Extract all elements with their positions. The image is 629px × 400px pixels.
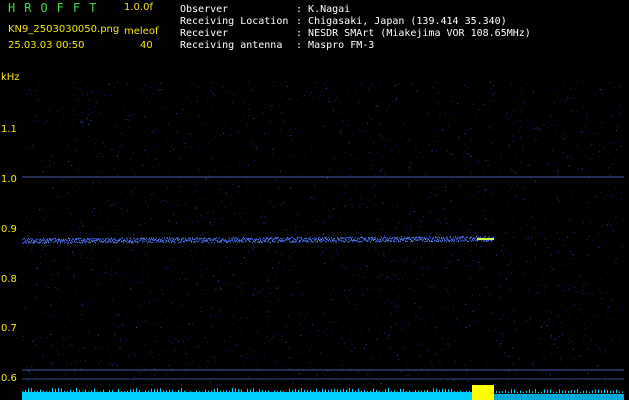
y-axis-unit: kHz — [1, 72, 20, 83]
y-tick-label: 0.9 — [1, 224, 17, 235]
info-receiver: Receiver: NESDR SMArt (Miakejima VOR 108… — [180, 28, 531, 39]
y-tick-label: 0.6 — [1, 373, 17, 384]
mode-label: meleof — [124, 26, 159, 37]
info-key: Observer — [180, 4, 229, 15]
info-value: Chigasaki, Japan (139.414 35.340) — [308, 16, 507, 27]
y-tick-label: 0.8 — [1, 274, 17, 285]
timestamp: 25.03.03 00:50 — [8, 40, 85, 51]
info-value: Maspro FM-3 — [308, 40, 375, 51]
info-value: NESDR SMArt (Miakejima VOR 108.65MHz) — [308, 28, 531, 39]
y-tick-label: 0.7 — [1, 323, 17, 334]
baseline-strip — [494, 394, 624, 400]
info-key: Receiving antenna — [180, 40, 283, 51]
baseline-strip — [22, 392, 472, 400]
app-version: 1.0.0f — [124, 2, 153, 13]
info-observer: Observer: K.Nagai — [180, 4, 351, 15]
app-title: HROFFT — [8, 1, 106, 15]
file-name: KN9_2503030050.png — [8, 24, 120, 35]
mode-value: 40 — [140, 40, 153, 51]
info-key: Receiver — [180, 28, 229, 39]
signal-head — [477, 238, 494, 240]
spectrogram — [22, 81, 624, 400]
info-antenna: Receiving antenna: Maspro FM-3 — [180, 40, 375, 51]
y-tick-label: 1.1 — [1, 124, 17, 135]
info-key: Receiving Location — [180, 16, 289, 27]
info-value: K.Nagai — [308, 4, 351, 15]
y-tick-label: 1.0 — [1, 174, 17, 185]
info-location: Receiving Location: Chigasaki, Japan (13… — [180, 16, 507, 27]
